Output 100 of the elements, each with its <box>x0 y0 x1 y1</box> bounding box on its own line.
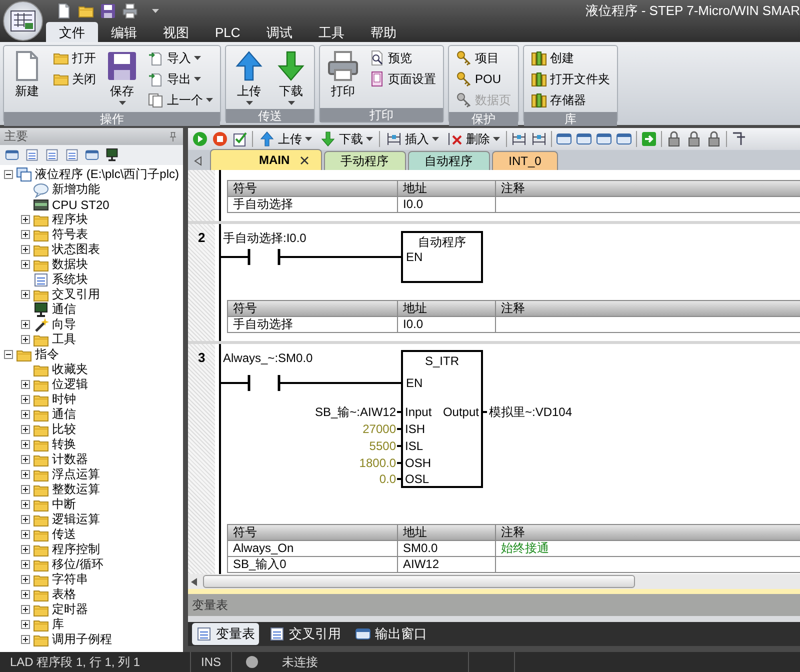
expand-toggle[interactable] <box>21 410 30 419</box>
ribbon-tab[interactable]: PLC <box>202 22 254 42</box>
expand-toggle[interactable] <box>21 425 30 434</box>
ribbon-button[interactable]: 上一个 <box>146 90 215 110</box>
tree-item[interactable]: 调用子例程 <box>52 631 112 648</box>
ladder-grid-icon[interactable] <box>511 131 527 147</box>
expand-toggle[interactable] <box>21 260 30 269</box>
window-icon[interactable] <box>85 148 99 162</box>
tree-item[interactable]: CPU ST20 <box>52 198 110 212</box>
tree-item[interactable]: 转换 <box>52 436 76 453</box>
tree-item[interactable]: 符号表 <box>52 226 88 243</box>
stop-icon[interactable] <box>212 131 228 147</box>
expand-toggle[interactable] <box>21 500 30 509</box>
expand-toggle[interactable] <box>21 575 30 584</box>
tree-item[interactable]: 位逻辑 <box>52 376 88 393</box>
ribbon-tab[interactable]: 编辑 <box>98 22 150 42</box>
tree-item[interactable]: 通信 <box>52 406 76 423</box>
tree-item[interactable]: 中断 <box>52 496 76 513</box>
ribbon-button[interactable]: 上传 <box>231 48 267 107</box>
program-tab[interactable]: MAIN <box>210 149 322 170</box>
tree-item[interactable]: 比较 <box>52 421 76 438</box>
tree-item[interactable]: 移位/循环 <box>52 556 104 573</box>
table-icon[interactable] <box>45 148 59 162</box>
panel-tab[interactable]: 输出窗口 <box>351 623 431 645</box>
table-icon[interactable] <box>25 148 39 162</box>
ribbon-tab[interactable]: 视图 <box>150 22 202 42</box>
ribbon-tab[interactable]: 调试 <box>253 22 306 42</box>
tree-item[interactable]: 程序控制 <box>52 541 100 558</box>
ribbon-button[interactable]: 导入 <box>146 48 215 68</box>
expand-toggle[interactable] <box>21 620 30 629</box>
expand-toggle[interactable] <box>21 470 30 479</box>
window-icon[interactable] <box>556 131 572 147</box>
pin-icon[interactable] <box>167 130 179 142</box>
expand-toggle[interactable] <box>21 245 30 254</box>
table-icon[interactable] <box>65 148 79 162</box>
tree-item[interactable]: 库 <box>52 616 64 633</box>
program-tab[interactable]: 自动程序 <box>408 151 490 170</box>
lock-icon[interactable] <box>706 131 722 147</box>
monitor-icon[interactable] <box>105 148 119 162</box>
scrollbar-thumb[interactable] <box>203 575 635 588</box>
tree-item[interactable]: 表格 <box>52 586 76 603</box>
expand-toggle[interactable] <box>4 170 13 179</box>
tab-scroll-icon[interactable] <box>194 156 202 166</box>
tree-item[interactable]: 交叉引用 <box>52 286 100 303</box>
tree-item[interactable]: 数据块 <box>52 256 88 273</box>
ribbon-button[interactable]: 创建 <box>529 48 612 68</box>
lock-icon[interactable] <box>686 131 702 147</box>
toolbar-button[interactable]: 删除 <box>445 130 502 148</box>
app-menu-button[interactable] <box>3 1 43 41</box>
toolbar-button[interactable]: 下载 <box>318 130 375 148</box>
expand-toggle[interactable] <box>21 635 30 644</box>
ribbon-tab[interactable]: 帮助 <box>357 22 410 42</box>
tree-item[interactable]: 字符串 <box>52 571 88 588</box>
ribbon-tab[interactable]: 文件 <box>46 22 98 42</box>
panel-tab[interactable]: 变量表 <box>192 623 259 645</box>
ribbon-button[interactable]: 打印 <box>325 48 361 102</box>
ribbon-button[interactable]: 新建 <box>9 48 45 102</box>
lock-icon[interactable] <box>666 131 682 147</box>
document-icon[interactable] <box>56 3 72 19</box>
expand-toggle[interactable] <box>21 290 30 299</box>
checklist-icon[interactable] <box>232 131 248 147</box>
ribbon-button[interactable]: 页面设置 <box>367 69 438 89</box>
tree-item[interactable]: 传送 <box>52 526 76 543</box>
tree-item[interactable]: 浮点运算 <box>52 466 100 483</box>
ribbon-button[interactable]: 打开文件夹 <box>529 69 612 89</box>
expand-toggle[interactable] <box>21 545 30 554</box>
expand-toggle[interactable] <box>21 605 30 614</box>
program-tab[interactable]: INT_0 <box>492 151 558 170</box>
expand-toggle[interactable] <box>21 560 30 569</box>
ribbon-button[interactable]: 下载 <box>273 48 309 107</box>
scroll-left-icon[interactable] <box>191 578 197 586</box>
expand-toggle[interactable] <box>21 515 30 524</box>
ribbon-button[interactable]: 存储器 <box>529 90 612 110</box>
tree-item[interactable]: 新增功能 <box>52 181 100 198</box>
arrow-box-icon[interactable] <box>641 131 657 147</box>
tree-item[interactable]: 状态图表 <box>52 241 100 258</box>
connector-icon[interactable] <box>731 131 747 147</box>
window-icon[interactable] <box>576 131 592 147</box>
expand-toggle[interactable] <box>21 320 30 329</box>
expand-toggle[interactable] <box>21 440 30 449</box>
expand-toggle[interactable] <box>21 455 30 464</box>
toolbar-button[interactable]: 插入 <box>384 130 441 148</box>
tree-item[interactable]: 通信 <box>52 301 76 318</box>
tree-item[interactable]: 整数运算 <box>52 481 100 498</box>
expand-toggle[interactable] <box>21 215 30 224</box>
window-icon[interactable] <box>596 131 612 147</box>
ribbon-button[interactable]: 保存 <box>104 48 140 107</box>
tree-item[interactable]: 向导 <box>52 316 76 333</box>
close-icon[interactable] <box>300 156 309 164</box>
expand-toggle[interactable] <box>4 350 13 359</box>
expand-toggle[interactable] <box>21 590 30 599</box>
ribbon-button[interactable]: 项目 <box>454 48 513 68</box>
caret-icon[interactable] <box>152 9 159 13</box>
tree-item[interactable]: 指令 <box>35 346 59 363</box>
ladder-grid-icon[interactable] <box>531 131 547 147</box>
expand-toggle[interactable] <box>21 485 30 494</box>
expand-toggle[interactable] <box>21 380 30 389</box>
ribbon-button[interactable]: 预览 <box>367 48 438 68</box>
tree-item[interactable]: 定时器 <box>52 601 88 618</box>
expand-toggle[interactable] <box>21 530 30 539</box>
